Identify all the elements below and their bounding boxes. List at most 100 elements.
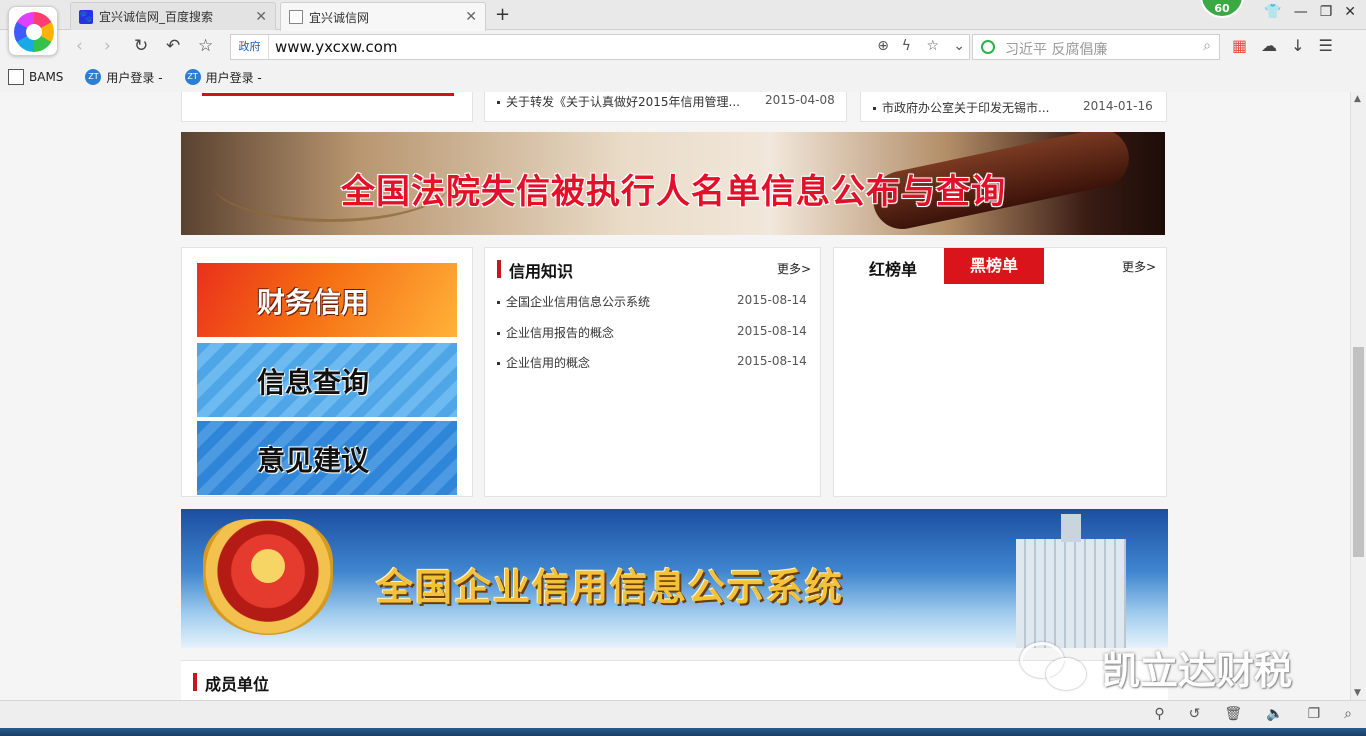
tab-baidu-search[interactable]: 🐾 宜兴诚信网_百度搜索 ✕ — [70, 2, 276, 30]
bookmark-user-login-2[interactable]: ZT 用户登录 - — [184, 69, 262, 86]
zoom-icon[interactable]: ⊕ — [877, 38, 889, 54]
wechat-icon — [1020, 641, 1090, 694]
tab-label: 宜兴诚信网 — [309, 10, 370, 25]
cloud-icon[interactable]: ☁ — [1261, 36, 1277, 55]
list-item[interactable]: 全国企业信用信息公示系统 — [497, 293, 650, 310]
emblem-icon — [203, 519, 333, 635]
undo-close-button[interactable]: ↶ — [166, 36, 180, 56]
address-bar[interactable]: 政府 www.yxcxw.com ⊕ ϟ ☆ ⌄ — [230, 34, 970, 60]
volume-icon[interactable]: 🔈 — [1266, 706, 1283, 722]
list-date: 2015-08-14 — [737, 324, 807, 338]
top-right-panel: 市政府办公室关于印发无锡市... 2014-01-16 — [860, 92, 1167, 122]
tab-bar: 🐾 宜兴诚信网_百度搜索 ✕ 宜兴诚信网 ✕ + 60 👕 — ❐ ✕ — [0, 0, 1366, 31]
favorite-star-icon[interactable]: ☆ — [198, 36, 213, 56]
bookmark-label: 用户登录 - — [205, 70, 262, 85]
section-bar — [193, 673, 197, 691]
search-box[interactable]: 习近平 反腐倡廉 ⌕ — [972, 34, 1220, 60]
toolbar: ▦ ☁ ↓ ☰ — [1232, 36, 1333, 55]
banner-title: 全国企业信用信息公示系统 — [376, 566, 844, 609]
page-viewport: 关于转发《关于认真做好2015年信用管理... 2015-04-08 市政府办公… — [0, 92, 1350, 700]
trash-icon[interactable]: 🗑 — [1224, 706, 1242, 722]
news-date: 2015-04-08 — [765, 93, 835, 107]
chevron-down-icon[interactable]: ⌄ — [953, 38, 965, 54]
list-item[interactable]: 企业信用报告的概念 — [497, 324, 614, 341]
tile-info-query[interactable]: 信息查询 — [197, 343, 457, 417]
list-date: 2015-08-14 — [737, 293, 807, 307]
bookmark-label: BAMS — [29, 70, 64, 84]
enterprise-credit-banner[interactable]: 全国企业信用信息公示系统 — [181, 509, 1168, 648]
tile-label: 财务信用 — [257, 286, 370, 319]
close-window-button[interactable]: ✕ — [1344, 4, 1356, 20]
news-item-link[interactable]: 关于转发《关于认真做好2015年信用管理... — [497, 93, 740, 110]
page-icon — [289, 10, 303, 24]
close-icon[interactable]: ✕ — [255, 9, 267, 25]
status-bar: ⚲ ↺ 🗑 🔈 ❐ ⌕ — [0, 700, 1366, 728]
banner-title: 全国法院失信被执行人名单信息公布与查询 — [341, 172, 1006, 212]
scroll-thumb[interactable] — [1353, 347, 1364, 557]
search-placeholder: 习近平 反腐倡廉 — [1005, 42, 1108, 58]
tab-black-list[interactable]: 黑榜单 — [944, 248, 1044, 284]
watermark-text: 凯立达财税 — [1102, 649, 1293, 693]
section-title: 信用知识 — [497, 258, 573, 282]
vertical-scrollbar[interactable]: ▲ ▼ — [1350, 92, 1366, 700]
forward-button[interactable]: › — [104, 36, 111, 56]
tab-red-list[interactable]: 红榜单 — [869, 256, 917, 280]
tile-label: 信息查询 — [257, 366, 370, 399]
apps-icon[interactable]: ▦ — [1232, 36, 1247, 55]
zoom-search-icon[interactable]: ⌕ — [1344, 706, 1352, 722]
bookmark-bams[interactable]: BAMS — [8, 69, 63, 85]
quick-links-panel: 财务信用 信息查询 意见建议 — [181, 247, 473, 497]
section-bar — [497, 260, 501, 278]
search-engine-icon — [981, 40, 995, 54]
credit-knowledge-panel: 信用知识 更多> 全国企业信用信息公示系统 2015-08-14 企业信用报告的… — [484, 247, 821, 497]
download-icon[interactable]: ↓ — [1291, 36, 1304, 55]
bams-icon — [8, 69, 24, 85]
bookmarks-bar: BAMS ZT 用户登录 - ZT 用户登录 - — [0, 64, 1366, 90]
minimize-button[interactable]: — — [1294, 4, 1308, 20]
new-tab-button[interactable]: + — [495, 4, 510, 25]
navigation-bar: ‹ › ↻ ↶ ☆ 政府 www.yxcxw.com ⊕ ϟ ☆ ⌄ 习近平 反… — [0, 30, 1366, 64]
tile-suggestions[interactable]: 意见建议 — [197, 421, 457, 495]
tile-label: 意见建议 — [257, 444, 370, 477]
menu-icon[interactable]: ☰ — [1319, 36, 1333, 55]
lightning-icon[interactable]: ϟ — [902, 38, 911, 54]
list-item[interactable]: 企业信用的概念 — [497, 354, 590, 371]
close-icon[interactable]: ✕ — [465, 9, 477, 25]
more-link[interactable]: 更多> — [777, 260, 811, 277]
watermark: 凯立达财税 — [1020, 640, 1292, 695]
search-icon[interactable]: ⌕ — [1203, 38, 1211, 54]
refresh-icon[interactable]: ↺ — [1189, 706, 1201, 722]
zt-icon: ZT — [184, 69, 201, 85]
scroll-up-icon[interactable]: ▲ — [1354, 94, 1361, 104]
shirt-icon[interactable]: 👕 — [1264, 4, 1281, 20]
bookmark-star-icon[interactable]: ☆ — [926, 38, 939, 54]
baidu-icon: 🐾 — [79, 9, 93, 24]
browser-chrome: 🐾 宜兴诚信网_百度搜索 ✕ 宜兴诚信网 ✕ + 60 👕 — ❐ ✕ ‹ › … — [0, 0, 1366, 92]
more-link[interactable]: 更多> — [1122, 258, 1156, 275]
maximize-button[interactable]: ❐ — [1320, 4, 1333, 20]
court-dishonest-banner[interactable]: 全国法院失信被执行人名单信息公布与查询 — [181, 132, 1165, 235]
divider — [202, 93, 454, 96]
scroll-down-icon[interactable]: ▼ — [1354, 688, 1361, 698]
score-badge[interactable]: 60 — [1200, 0, 1244, 18]
top-middle-panel: 关于转发《关于认真做好2015年信用管理... 2015-04-08 — [484, 92, 847, 122]
top-left-panel — [181, 92, 473, 122]
news-item-link[interactable]: 市政府办公室关于印发无锡市... — [873, 99, 1049, 116]
url-text[interactable]: www.yxcxw.com — [275, 38, 398, 56]
back-button[interactable]: ‹ — [76, 36, 83, 56]
window-controls: 👕 — ❐ ✕ — [1264, 4, 1356, 20]
zt-icon: ZT — [85, 69, 102, 85]
building-graphic — [1016, 514, 1126, 648]
tile-financial-credit[interactable]: 财务信用 — [197, 263, 457, 337]
list-date: 2015-08-14 — [737, 354, 807, 368]
window-icon[interactable]: ❐ — [1308, 706, 1321, 722]
news-date: 2014-01-16 — [1083, 99, 1153, 113]
taskbar — [0, 728, 1366, 736]
tab-yxcxw[interactable]: 宜兴诚信网 ✕ — [280, 2, 486, 31]
tab-label: 宜兴诚信网_百度搜索 — [99, 10, 214, 24]
honor-list-panel: 红榜单 黑榜单 更多> — [833, 247, 1167, 497]
pin-icon[interactable]: ⚲ — [1154, 706, 1164, 722]
bookmark-user-login-1[interactable]: ZT 用户登录 - — [85, 69, 163, 86]
section-title: 成员单位 — [193, 671, 269, 695]
reload-button[interactable]: ↻ — [134, 36, 148, 56]
